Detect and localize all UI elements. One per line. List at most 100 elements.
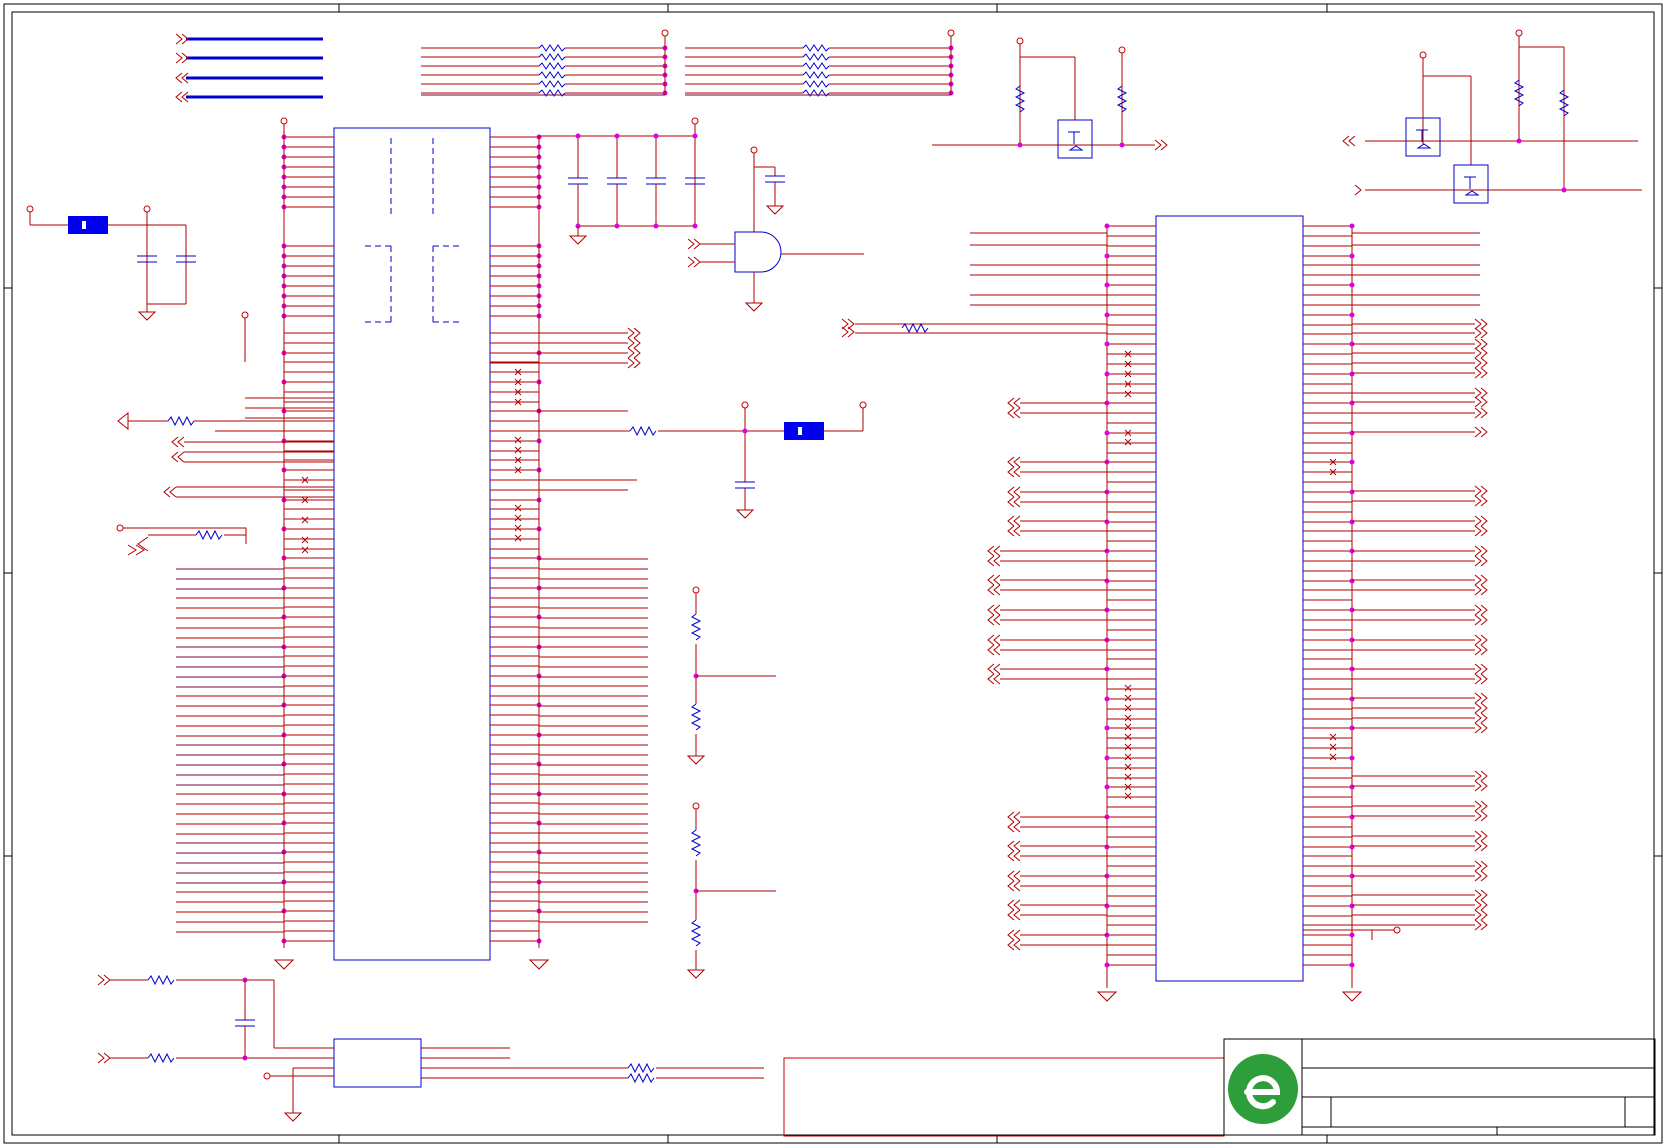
- resistor: [538, 71, 566, 79]
- resistor: [802, 44, 830, 52]
- no-connect-mark: [1124, 694, 1132, 702]
- right-ic-pins: [273, 223, 1488, 1002]
- offpage-connector: [987, 574, 1001, 586]
- junction-dot: [1349, 784, 1355, 790]
- offpage-connector: [1474, 840, 1488, 852]
- offpage-connector: [1007, 397, 1021, 409]
- junction-dot: [575, 133, 581, 139]
- junction-dot: [1104, 371, 1110, 377]
- offpage-connector: [1474, 574, 1488, 586]
- junction-dot: [1349, 962, 1355, 968]
- offpage-connector: [987, 644, 1001, 656]
- junction-dot: [1104, 725, 1110, 731]
- offpage-connector: [1474, 426, 1488, 438]
- offpage-connector: [1007, 899, 1021, 911]
- offpage-connector: [627, 347, 641, 359]
- decoupling-caps: [539, 124, 705, 245]
- junction-dot: [1104, 341, 1110, 347]
- junction-dot: [1349, 903, 1355, 909]
- no-connect-mark: [1124, 773, 1132, 781]
- offpage-connector: [1474, 495, 1488, 507]
- offpage-connector: [1007, 811, 1021, 823]
- ground-symbol: [528, 959, 550, 970]
- offpage-connector: [627, 337, 641, 349]
- and-gate: [687, 146, 864, 312]
- no-connect-mark: [1124, 792, 1132, 800]
- offpage-connector: [1474, 387, 1488, 399]
- voltage-dividers: [686, 586, 776, 979]
- offpage-connector: [1474, 555, 1488, 567]
- junction-dot: [1349, 459, 1355, 465]
- offpage-connector: [1007, 456, 1021, 468]
- resistor: [538, 80, 566, 88]
- resistor: [802, 53, 830, 61]
- offpage-connector: [1007, 870, 1021, 882]
- ground-symbol: [1341, 991, 1363, 1002]
- offpage-connector: [1007, 939, 1021, 951]
- offpage-connector: [1474, 810, 1488, 822]
- no-connect-mark: [514, 504, 522, 512]
- offpage-connector: [1474, 318, 1488, 330]
- junction-dot: [692, 133, 698, 139]
- no-connect-mark: [514, 514, 522, 522]
- junction-dot: [1349, 253, 1355, 259]
- offpage-connector: [1474, 722, 1488, 734]
- junction-dot: [1349, 282, 1355, 288]
- junction-dot: [1104, 282, 1110, 288]
- mosfet-circuit-2: [1342, 29, 1642, 204]
- junction-dot: [1349, 814, 1355, 820]
- no-connect-mark: [1124, 733, 1132, 741]
- offpage-connector: [1474, 919, 1488, 931]
- offpage-connector: [1474, 644, 1488, 656]
- offpage-connector: [1474, 327, 1488, 339]
- resistor: [538, 53, 566, 61]
- junction-dot: [1349, 844, 1355, 850]
- middle-filter: [490, 401, 867, 519]
- offpage-connector: [1474, 860, 1488, 872]
- ground-symbol: [1096, 991, 1118, 1002]
- mosfet-circuit-1: [932, 37, 1168, 159]
- no-connect-mark: [1329, 753, 1337, 761]
- offpage-connector: [1474, 692, 1488, 704]
- junction-dot: [1104, 578, 1110, 584]
- junction-dot: [1349, 489, 1355, 495]
- offpage-connector: [1007, 496, 1021, 508]
- offpage-connector: [987, 614, 1001, 626]
- offpage-connector: [1007, 821, 1021, 833]
- offpage-connector: [627, 327, 641, 339]
- offpage-connector: [987, 663, 1001, 675]
- junction-dot: [1349, 578, 1355, 584]
- offpage-connector: [1474, 338, 1488, 350]
- junction-dot: [1104, 519, 1110, 525]
- logo-icon: [1228, 1054, 1298, 1124]
- offpage-connector: [1007, 525, 1021, 537]
- junction-dot: [1104, 223, 1110, 229]
- resistor: [538, 62, 566, 70]
- offpage-connector: [1007, 515, 1021, 527]
- schematic-sheet: [3, 3, 1663, 1144]
- offpage-connector: [1474, 770, 1488, 782]
- offpage-connector: [627, 357, 641, 369]
- junction-dot: [1349, 696, 1355, 702]
- offpage-connector: [1007, 880, 1021, 892]
- resistor: [802, 71, 830, 79]
- offpage-connector: [1474, 899, 1488, 911]
- no-connect-mark: [1124, 743, 1132, 751]
- junction-dot: [1104, 844, 1110, 850]
- offpage-connector: [1007, 850, 1021, 862]
- no-connect-mark: [1124, 714, 1132, 722]
- main-ic-right: [1106, 215, 1353, 988]
- junction-dot: [614, 133, 620, 139]
- junction-dot: [1104, 312, 1110, 318]
- no-connect-mark: [301, 516, 309, 524]
- junction-dot: [1349, 519, 1355, 525]
- junction-dot: [1104, 784, 1110, 790]
- offpage-connector: [1474, 485, 1488, 497]
- offpage-connector: [1474, 407, 1488, 419]
- junction-dot: [1349, 430, 1355, 436]
- offpage-connector: [987, 604, 1001, 616]
- junction-dot: [1349, 932, 1355, 938]
- offpage-connector: [1474, 663, 1488, 675]
- offpage-connector: [1474, 909, 1488, 921]
- junction-dot: [1104, 755, 1110, 761]
